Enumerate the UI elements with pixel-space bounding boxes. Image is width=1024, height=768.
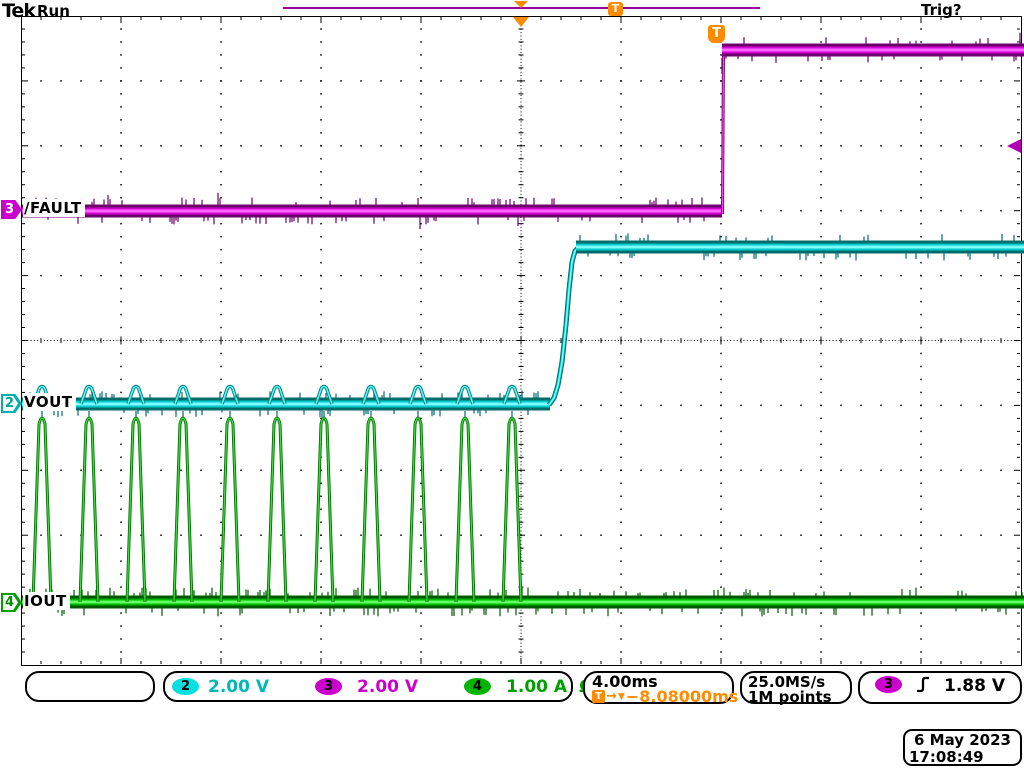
- trigger-readout-pill: 3 1.88 V: [858, 671, 1022, 704]
- delay-value: −8.08000ms: [626, 687, 738, 706]
- tek-logo: Tek: [2, 0, 35, 22]
- trigger-status: Trig?: [921, 1, 962, 19]
- expansion-point-icon: [513, 17, 529, 27]
- record-length-readout: 1M points: [748, 690, 850, 705]
- time-readout: 17:08:49: [905, 749, 1020, 766]
- delay-arrow-icon: →: [606, 689, 617, 704]
- channel-3-number: 3: [1, 200, 18, 219]
- delay-readout: T → ▼ −8.08000ms: [592, 689, 732, 704]
- datetime-pill: 6 May 2023 17:08:49: [903, 729, 1022, 766]
- trigger-level-readout: 1.88 V: [944, 676, 1005, 696]
- delay-marker-icon: ▼: [618, 692, 625, 702]
- trigger-level-arrow-icon: [1007, 139, 1021, 153]
- channel-3-label: /FAULT: [23, 199, 85, 217]
- channel-2-label: VOUT: [23, 393, 76, 411]
- record-expansion-marker-icon: [514, 1, 528, 8]
- trigger-source-badge: 3: [875, 676, 902, 693]
- ch3-scale-readout: 2.00 V: [357, 677, 418, 697]
- ch2-readout-badge: 2: [172, 678, 199, 695]
- oscilloscope-screen: Tek Run Trig? T T 3 /FAULT 2 VOUT 4 IOUT…: [0, 0, 1024, 768]
- record-trigger-marker: T: [608, 2, 623, 16]
- ch2-scale-readout: 2.00 V: [208, 677, 269, 697]
- delay-trigger-icon: T: [592, 690, 605, 703]
- waveform-graticule: [0, 0, 1024, 768]
- acquisition-readout-pill: 25.0MS/s 1M points: [740, 671, 852, 704]
- trigger-point-marker: T: [708, 25, 725, 43]
- channel-readouts-pill: 2 2.00 V 3 2.00 V 4 1.00 A Ω: [163, 671, 573, 702]
- acquisition-status: Run: [37, 2, 70, 20]
- date-readout: 6 May 2023: [905, 732, 1020, 749]
- rising-edge-icon: [916, 676, 930, 693]
- channel-4-label: IOUT: [23, 592, 70, 610]
- ch4-scale-readout: 1.00 A: [506, 677, 567, 697]
- ch3-readout-badge: 3: [315, 678, 342, 695]
- readout-pill-empty: [25, 671, 155, 702]
- horizontal-readout-pill: 4.00ms T → ▼ −8.08000ms: [583, 671, 734, 704]
- channel-4-number: 4: [1, 593, 18, 612]
- ch4-readout-badge: 4: [464, 678, 491, 695]
- channel-2-number: 2: [1, 394, 18, 413]
